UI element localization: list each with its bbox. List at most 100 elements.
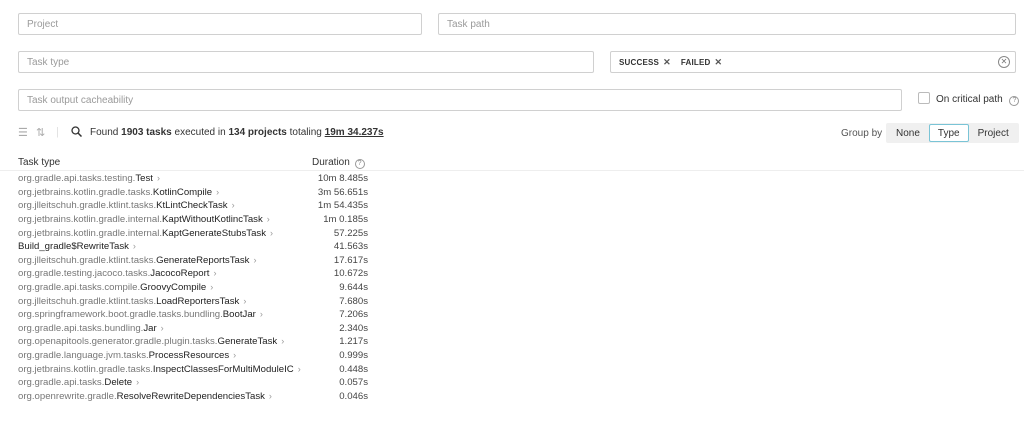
task-duration: 1m 0.185s [323, 214, 368, 226]
chevron-right-icon[interactable]: › [157, 173, 160, 183]
group-by-none[interactable]: None [887, 124, 929, 142]
chevron-right-icon[interactable]: › [136, 377, 139, 387]
task-path-filter[interactable] [438, 13, 1016, 35]
table-row[interactable]: org.jetbrains.kotlin.gradle.tasks.Inspec… [18, 362, 368, 376]
col-duration[interactable]: Duration ? [312, 157, 365, 169]
col-task-type[interactable]: Task type [18, 157, 60, 168]
table-row[interactable]: org.jlleitschuh.gradle.ktlint.tasks.Load… [18, 294, 368, 308]
task-type-class: ProcessResources [148, 350, 230, 362]
table-row[interactable]: org.openrewrite.gradle.ResolveRewriteDep… [18, 390, 368, 404]
table-row[interactable]: org.gradle.api.tasks.testing.Test › 10m 8.… [18, 172, 368, 186]
chevron-right-icon[interactable]: › [210, 282, 213, 292]
remove-chip-icon[interactable]: ✕ [663, 57, 671, 68]
table-row[interactable]: org.jetbrains.kotlin.gradle.tasks.Kotlin… [18, 186, 368, 200]
col-duration-label: Duration [312, 157, 350, 168]
task-type-name[interactable]: org.jetbrains.kotlin.gradle.tasks.Inspec… [18, 364, 301, 375]
task-duration: 0.046s [339, 390, 368, 402]
chevron-right-icon[interactable]: › [161, 323, 164, 333]
task-type-name[interactable]: org.openrewrite.gradle.ResolveRewriteDep… [18, 391, 272, 402]
task-type-name[interactable]: org.jetbrains.kotlin.gradle.internal.Kap… [18, 214, 270, 225]
task-type-package: org.jlleitschuh.gradle.ktlint.tasks. [18, 295, 157, 307]
task-type-package: org.jlleitschuh.gradle.ktlint.tasks. [18, 254, 157, 266]
expand-all-icon[interactable]: ☰ [18, 126, 28, 139]
task-type-name[interactable]: org.jetbrains.kotlin.gradle.tasks.Kotlin… [18, 187, 219, 198]
task-type-package: org.openapitools.generator.gradle.plugin… [18, 336, 218, 348]
task-type-name[interactable]: org.jlleitschuh.gradle.ktlint.tasks.KtLi… [18, 200, 235, 211]
task-type-input[interactable] [27, 56, 585, 68]
table-row[interactable]: org.openapitools.generator.gradle.plugin… [18, 335, 368, 349]
help-icon[interactable]: ? [1009, 95, 1020, 106]
table-row[interactable]: org.gradle.testing.jacoco.tasks.JacocoRe… [18, 267, 368, 281]
task-type-name[interactable]: org.gradle.language.jvm.tasks.ProcessRes… [18, 350, 236, 361]
task-type-name[interactable]: org.jlleitschuh.gradle.ktlint.tasks.Load… [18, 296, 246, 307]
task-type-name[interactable]: org.gradle.testing.jacoco.tasks.JacocoRe… [18, 268, 216, 279]
chevron-right-icon[interactable]: › [233, 350, 236, 360]
task-type-name[interactable]: org.jetbrains.kotlin.gradle.internal.Kap… [18, 228, 273, 239]
table-row[interactable]: org.gradle.api.tasks.compile.GroovyCompi… [18, 281, 368, 295]
chevron-right-icon[interactable]: › [267, 214, 270, 224]
table-row[interactable]: org.jetbrains.kotlin.gradle.internal.Kap… [18, 226, 368, 240]
task-path-input[interactable] [447, 18, 1007, 30]
task-type-name[interactable]: org.gradle.api.tasks.Delete › [18, 377, 139, 388]
chevron-right-icon[interactable]: › [270, 228, 273, 238]
task-duration: 1m 54.435s [317, 200, 368, 212]
task-duration: 41.563s [333, 241, 368, 253]
task-type-name[interactable]: org.openapitools.generator.gradle.plugin… [18, 336, 284, 347]
chevron-right-icon[interactable]: › [298, 364, 301, 374]
chevron-right-icon[interactable]: › [253, 255, 256, 265]
help-icon[interactable]: ? [354, 158, 365, 169]
table-row[interactable]: org.gradle.api.tasks.bundling.Jar › 2.340s [18, 322, 368, 336]
group-by-selector: None Type Project [886, 123, 1019, 143]
clear-filter-icon[interactable]: ✕ [998, 56, 1010, 68]
table-row[interactable]: org.gradle.language.jvm.tasks.ProcessRes… [18, 349, 368, 363]
task-type-name[interactable]: Build_gradle$RewriteTask › [18, 241, 136, 252]
task-type-class: KaptGenerateStubsTask [162, 227, 266, 239]
task-type-list: org.gradle.api.tasks.testing.Test › 10m 8.… [18, 172, 368, 403]
summary-total-duration-link[interactable]: 19m 34.237s [325, 127, 384, 138]
chevron-right-icon[interactable]: › [269, 391, 272, 401]
group-by-type[interactable]: Type [928, 124, 969, 142]
task-type-package: org.gradle.testing.jacoco.tasks. [18, 268, 151, 280]
task-type-package: org.jetbrains.kotlin.gradle.internal. [18, 214, 162, 226]
summary-totaling: totaling [289, 127, 322, 138]
table-row[interactable]: org.gradle.api.tasks.Delete › 0.057s [18, 376, 368, 390]
outcome-filter[interactable]: SUCCESS ✕ FAILED ✕ ✕ [610, 51, 1016, 73]
critical-path-label: On critical path ? [936, 94, 1020, 106]
chevron-right-icon[interactable]: › [260, 309, 263, 319]
search-icon[interactable] [71, 126, 82, 137]
chevron-right-icon[interactable]: › [213, 268, 216, 278]
chevron-right-icon[interactable]: › [216, 187, 219, 197]
chevron-right-icon[interactable]: › [243, 296, 246, 306]
remove-chip-icon[interactable]: ✕ [714, 57, 722, 68]
project-filter[interactable] [18, 13, 422, 35]
header-divider [0, 170, 1024, 171]
task-type-class: KtLintCheckTask [156, 200, 228, 212]
table-row[interactable]: org.jetbrains.kotlin.gradle.internal.Kap… [18, 213, 368, 227]
table-row[interactable]: org.jlleitschuh.gradle.ktlint.tasks.Gene… [18, 254, 368, 268]
task-type-name[interactable]: org.gradle.api.tasks.compile.GroovyCompi… [18, 282, 213, 293]
table-row[interactable]: org.springframework.boot.gradle.tasks.bu… [18, 308, 368, 322]
task-type-filter[interactable] [18, 51, 594, 73]
critical-path-checkbox[interactable] [918, 92, 930, 104]
task-type-class: BootJar [222, 309, 256, 321]
project-input[interactable] [27, 18, 413, 30]
cacheability-input[interactable] [27, 94, 893, 106]
chevron-right-icon[interactable]: › [281, 336, 284, 346]
task-type-class: LoadReportersTask [156, 295, 240, 307]
task-type-package: org.springframework.boot.gradle.tasks.bu… [18, 309, 223, 321]
table-row[interactable]: org.jlleitschuh.gradle.ktlint.tasks.KtLi… [18, 199, 368, 213]
task-type-class: Test [135, 173, 153, 185]
outcome-chip-success: SUCCESS ✕ [619, 57, 671, 68]
task-type-name[interactable]: org.gradle.api.tasks.testing.Test › [18, 173, 160, 184]
task-type-name[interactable]: org.springframework.boot.gradle.tasks.bu… [18, 309, 263, 320]
table-row[interactable]: Build_gradle$RewriteTask › 41.563s [18, 240, 368, 254]
chevron-right-icon[interactable]: › [232, 200, 235, 210]
task-type-name[interactable]: org.gradle.api.tasks.bundling.Jar › [18, 323, 164, 334]
task-duration: 9.644s [339, 282, 368, 294]
chevron-right-icon[interactable]: › [133, 241, 136, 251]
cacheability-filter[interactable] [18, 89, 902, 111]
task-type-class: Delete [104, 377, 133, 389]
sort-icon[interactable]: ⇅ [36, 126, 45, 139]
task-type-name[interactable]: org.jlleitschuh.gradle.ktlint.tasks.Gene… [18, 255, 256, 266]
group-by-project[interactable]: Project [969, 124, 1018, 142]
